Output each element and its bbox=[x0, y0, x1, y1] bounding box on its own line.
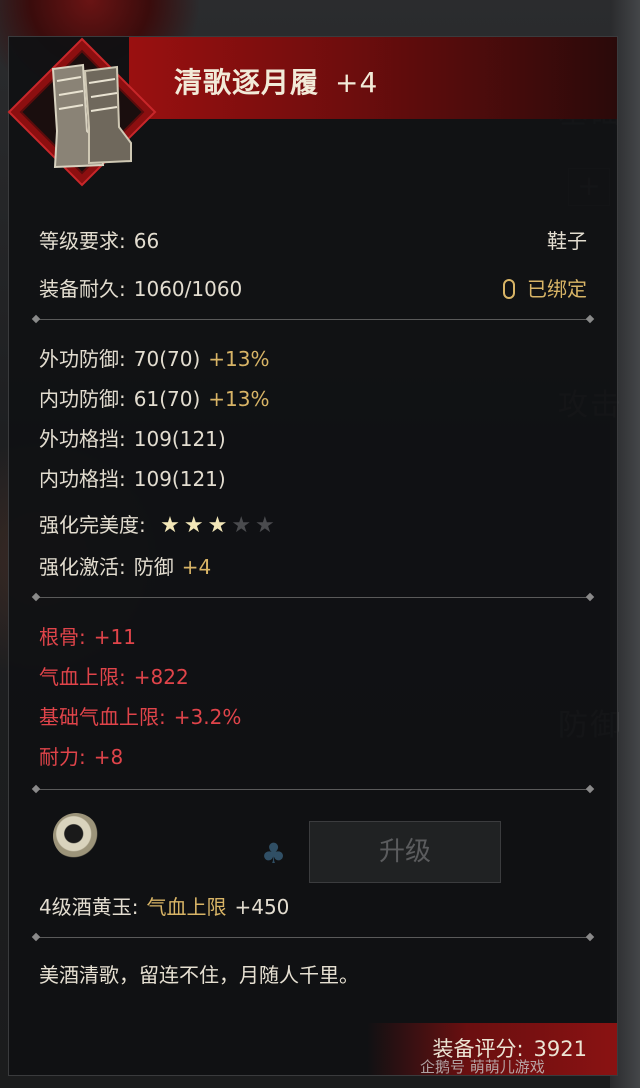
stat-bonus: +13% bbox=[208, 347, 270, 371]
stat-bonus: +13% bbox=[208, 387, 270, 411]
stat-row: 外功防御: 70(70) +13% bbox=[39, 343, 587, 372]
item-title: 清歌逐月履 +4 bbox=[174, 61, 378, 101]
bind-status-text: 已绑定 bbox=[527, 277, 587, 301]
attribute-row: 耐力: +8 bbox=[39, 741, 587, 770]
attribute-row: 基础气血上限: +3.2% bbox=[39, 701, 587, 730]
attribute-value: +8 bbox=[93, 745, 124, 769]
divider bbox=[35, 319, 591, 320]
level-row: 等级要求: 66 鞋子 bbox=[39, 225, 587, 254]
attribute-label: 根骨: bbox=[39, 625, 86, 649]
stat-value: 109(121) bbox=[133, 467, 226, 491]
divider bbox=[35, 789, 591, 790]
stat-value: 109(121) bbox=[133, 427, 226, 451]
gem-label: 4级酒黄玉: bbox=[39, 895, 139, 919]
lock-chain-icon bbox=[503, 279, 515, 299]
clover-icon: ♣ bbox=[261, 837, 287, 870]
attribute-row: 根骨: +11 bbox=[39, 621, 587, 650]
durability-label: 装备耐久: bbox=[39, 277, 126, 301]
stat-label: 外功防御: bbox=[39, 347, 126, 371]
activation-type: 防御 bbox=[133, 555, 174, 579]
gem-value: +450 bbox=[234, 895, 290, 919]
item-enhance-level: +4 bbox=[335, 66, 379, 99]
attribute-label: 耐力: bbox=[39, 745, 86, 769]
attribute-value: +822 bbox=[133, 665, 189, 689]
level-value: 66 bbox=[133, 229, 160, 253]
stat-row: 外功格挡: 109(121) bbox=[39, 423, 587, 452]
item-tooltip: 清歌逐月履 +4 等级要求: 66 鞋子 装备耐久: 1060/1060 已绑定 外功… bbox=[7, 36, 618, 1076]
boots-icon bbox=[51, 63, 132, 169]
gem-row: 4级酒黄玉: 气血上限 +450 bbox=[39, 891, 587, 920]
divider bbox=[35, 597, 591, 598]
stat-row: 内功防御: 61(70) +13% bbox=[39, 383, 587, 412]
stat-row: 内功格挡: 109(121) bbox=[39, 463, 587, 492]
level-label: 等级要求: bbox=[39, 229, 126, 253]
stat-label: 内功格挡: bbox=[39, 467, 126, 491]
star-filled-icon: ★ bbox=[183, 513, 204, 538]
stat-label: 内功防御: bbox=[39, 387, 126, 411]
upgrade-button[interactable]: 升级 bbox=[309, 821, 501, 883]
star-filled-icon: ★ bbox=[160, 513, 180, 538]
activation-bonus: +4 bbox=[181, 555, 212, 579]
star-empty-icon: ★ bbox=[231, 513, 252, 538]
perfection-row: 强化完美度: ★ ★ ★ ★ ★ bbox=[39, 509, 587, 538]
attribute-label: 基础气血上限: bbox=[39, 705, 166, 729]
divider bbox=[35, 937, 591, 938]
perfection-stars: ★ ★ ★ ★ ★ bbox=[160, 513, 279, 538]
stat-label: 外功格挡: bbox=[39, 427, 126, 451]
item-name: 清歌逐月履 bbox=[174, 66, 320, 99]
star-empty-icon: ★ bbox=[255, 513, 275, 538]
stat-value: 61(70) bbox=[133, 387, 201, 411]
activation-row: 强化激活: 防御 +4 bbox=[39, 551, 587, 580]
jade-ring-icon bbox=[53, 813, 99, 859]
stat-value: 70(70) bbox=[133, 347, 201, 371]
slot-type: 鞋子 bbox=[547, 229, 587, 253]
durability-row: 装备耐久: 1060/1060 已绑定 bbox=[39, 273, 587, 302]
star-filled-icon: ★ bbox=[207, 513, 228, 538]
watermark: 企鹅号 萌萌儿游戏 bbox=[420, 1058, 545, 1076]
activation-label: 强化激活: bbox=[39, 555, 126, 579]
durability-value: 1060/1060 bbox=[133, 277, 243, 301]
item-description: 美酒清歌，留连不住，月随人千里。 bbox=[39, 963, 359, 987]
perfection-label: 强化完美度: bbox=[39, 513, 146, 537]
gem-attribute: 气血上限 bbox=[146, 895, 227, 919]
attribute-row: 气血上限: +822 bbox=[39, 661, 587, 690]
attribute-value: +11 bbox=[93, 625, 136, 649]
attribute-value: +3.2% bbox=[173, 705, 242, 729]
attribute-label: 气血上限: bbox=[39, 665, 126, 689]
bind-status: 已绑定 bbox=[503, 273, 587, 302]
